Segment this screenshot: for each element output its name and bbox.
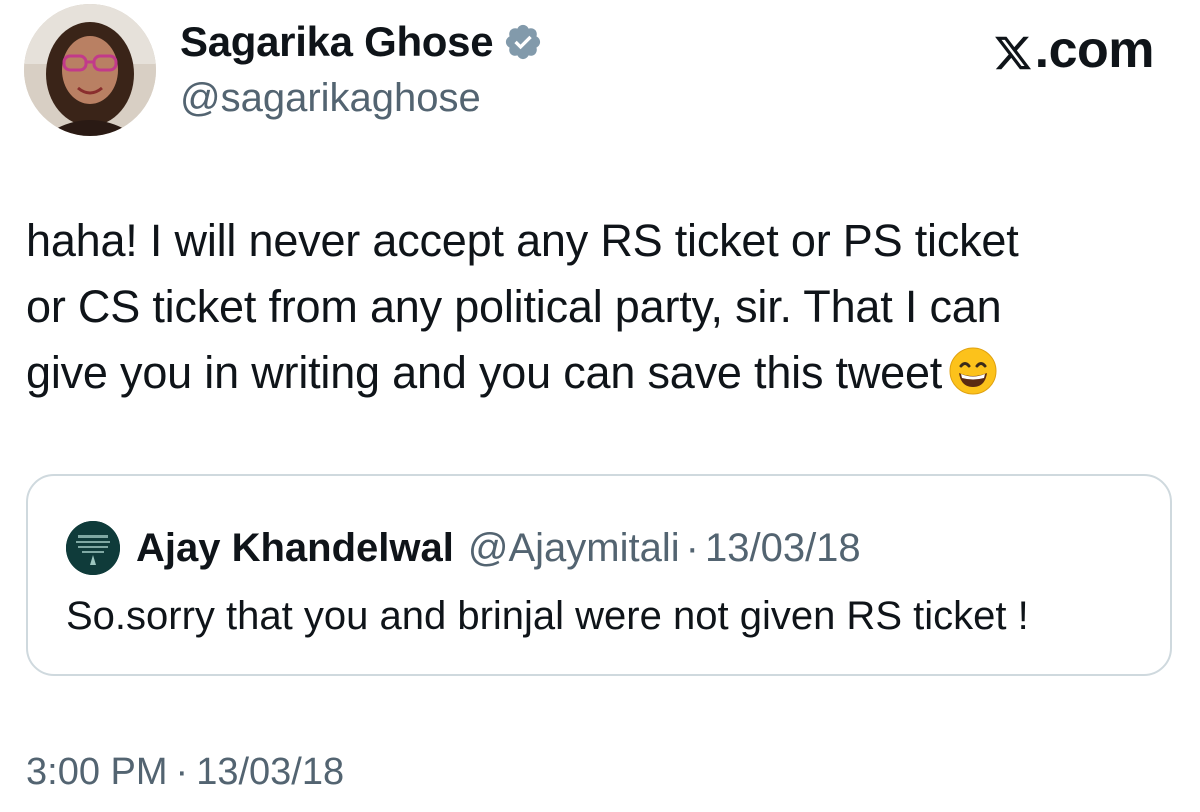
tweet-text: haha! I will never accept any RS ticket …: [26, 208, 1176, 406]
author-handle[interactable]: @sagarikaghose: [180, 72, 481, 124]
quoted-tweet-header: Ajay Khandelwal @Ajaymitali · 13/03/18: [66, 520, 861, 576]
tweet-text-line: haha! I will never accept any RS ticket …: [26, 215, 1019, 266]
tweet-time: 3:00 PM: [26, 750, 168, 793]
tweet-timestamp[interactable]: 3:00 PM · 13/03/18: [26, 744, 344, 800]
quoted-author-handle[interactable]: @Ajaymitali: [468, 526, 680, 571]
quoted-author-name[interactable]: Ajay Khandelwal: [136, 526, 454, 571]
x-logo-icon: [993, 28, 1033, 72]
tweet-date: 13/03/18: [196, 750, 345, 793]
quoted-tweet-separator: ·: [685, 525, 699, 570]
quoted-tweet-date[interactable]: 13/03/18: [705, 526, 861, 571]
tweet-text-line: give you in writing and you can save thi…: [26, 340, 1176, 406]
tweet-text-line: or CS ticket from any political party, s…: [26, 281, 1002, 332]
verified-badge-icon: [503, 22, 543, 62]
tweet-text-line-content: give you in writing and you can save thi…: [26, 347, 943, 398]
brand-logo: .com: [993, 21, 1155, 79]
quoted-author-avatar[interactable]: [66, 521, 120, 575]
author-name-row[interactable]: Sagarika Ghose: [180, 14, 543, 70]
author-name[interactable]: Sagarika Ghose: [180, 18, 494, 66]
brand-text: .com: [1034, 21, 1155, 79]
grinning-face-emoji-icon: [948, 346, 998, 396]
tweet-card: Sagarika Ghose @sagarikaghose .com haha!…: [0, 0, 1200, 812]
quoted-tweet-text: So.sorry that you and brinjal were not g…: [66, 594, 1029, 638]
timestamp-separator: ·: [175, 750, 189, 793]
author-avatar[interactable]: [24, 4, 156, 136]
quoted-tweet-card[interactable]: Ajay Khandelwal @Ajaymitali · 13/03/18 S…: [26, 474, 1172, 676]
